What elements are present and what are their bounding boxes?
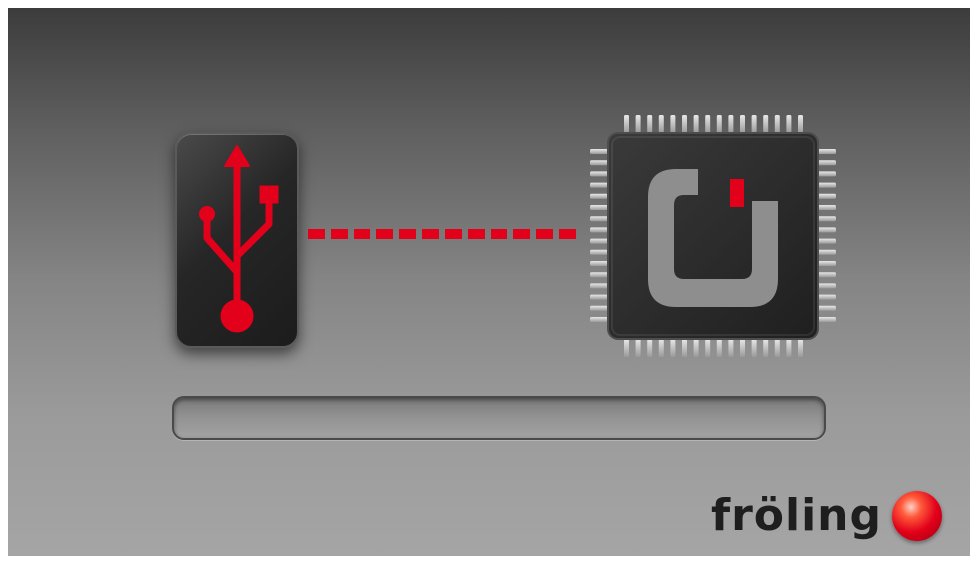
chip-pin: [818, 272, 836, 278]
froling-logo: fröling: [711, 486, 942, 546]
chip-pin: [658, 339, 664, 357]
chip-pin: [728, 339, 734, 357]
chip-pin: [728, 115, 734, 133]
transfer-dash-line: [308, 229, 576, 239]
chip-pin: [774, 115, 780, 133]
chip-pin: [818, 305, 836, 311]
chip-pin: [590, 171, 608, 177]
chip-pin: [590, 216, 608, 222]
chip-pin: [774, 339, 780, 357]
chip-pin: [590, 193, 608, 199]
chip-pin: [818, 227, 836, 233]
chip-pin: [818, 317, 836, 322]
chip-pin: [590, 272, 608, 278]
chip-pin: [798, 115, 803, 133]
chip-pin: [658, 115, 664, 133]
microcontroller-chip-icon: [576, 103, 850, 365]
chip-pin: [763, 339, 769, 357]
update-screen: fröling: [8, 8, 970, 556]
chip-pin: [763, 115, 769, 133]
chip-logo-accent-icon: [730, 179, 744, 207]
chip-pin: [818, 261, 836, 266]
chip-graphic: [590, 115, 836, 357]
chip-pin: [818, 149, 836, 154]
chip-pin: [716, 115, 722, 133]
chip-pin: [786, 339, 792, 357]
red-sphere-logo-icon: [892, 491, 942, 541]
chip-pin: [670, 115, 676, 133]
chip-pin: [693, 339, 699, 357]
chip-pin: [590, 317, 608, 322]
chip-pin: [647, 339, 653, 357]
chip-pin: [682, 115, 687, 133]
chip-pin: [740, 115, 745, 133]
chip-pin: [635, 339, 641, 357]
chip-pin: [751, 339, 757, 357]
chip-pin: [818, 249, 836, 255]
chip-pin: [647, 115, 653, 133]
chip-pin: [635, 115, 641, 133]
chip-pin: [786, 115, 792, 133]
chip-pin: [590, 182, 608, 188]
chip-pin: [818, 238, 836, 244]
chip-pin: [624, 115, 629, 133]
chip-pin: [818, 160, 836, 166]
chip-pin: [705, 339, 711, 357]
chip-pin: [740, 339, 745, 357]
chip-pin: [590, 283, 608, 289]
chip-pin: [818, 216, 836, 222]
chip-pin: [798, 339, 803, 357]
chip-pin: [590, 294, 608, 300]
chip-pin: [670, 339, 676, 357]
chip-pin: [751, 115, 757, 133]
chip-pin: [818, 205, 836, 210]
chip-pin: [818, 171, 836, 177]
chip-pin: [624, 339, 629, 357]
chip-pin: [590, 249, 608, 255]
chip-pin: [682, 339, 687, 357]
chip-pin: [590, 261, 608, 266]
chip-pin: [590, 205, 608, 210]
chip-pin: [693, 115, 699, 133]
chip-pin: [590, 149, 608, 154]
chip-pin: [590, 160, 608, 166]
chip-pin: [716, 339, 722, 357]
update-progress-bar: [172, 396, 826, 440]
chip-pin: [818, 294, 836, 300]
chip-pin: [590, 305, 608, 311]
chip-pin: [818, 182, 836, 188]
chip-pin: [705, 115, 711, 133]
chip-pin: [818, 193, 836, 199]
chip-pin: [818, 283, 836, 289]
chip-pin: [590, 227, 608, 233]
usb-symbol-icon: [199, 145, 279, 333]
chip-pin: [590, 238, 608, 244]
brand-wordmark: fröling: [710, 490, 882, 541]
usb-stick-icon: [175, 132, 299, 348]
